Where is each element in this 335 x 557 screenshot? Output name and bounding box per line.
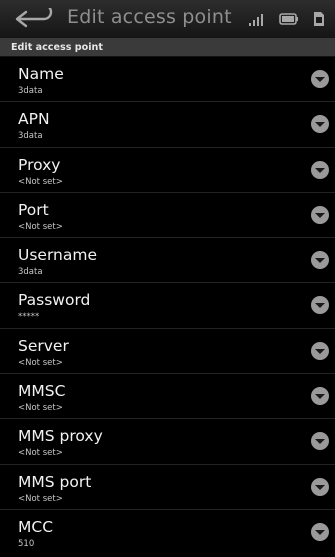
item-value: <Not set>: [18, 221, 63, 232]
item-label: APN: [18, 110, 50, 129]
settings-list: Name 3data APN 3data Proxy <Not set> Por…: [0, 57, 335, 555]
chevron-down-icon: [311, 296, 329, 315]
item-label: Port: [18, 200, 49, 219]
list-item-proxy[interactable]: Proxy <Not set>: [0, 148, 335, 193]
chevron-down-icon: [311, 341, 329, 360]
item-label: MMSC: [18, 382, 66, 401]
item-value: <Not set>: [18, 357, 63, 368]
list-item-name[interactable]: Name 3data: [0, 57, 335, 103]
item-value: 3data: [18, 131, 43, 142]
chevron-down-icon: [311, 522, 329, 541]
item-value: 3data: [18, 86, 43, 96]
item-label: MMS proxy: [18, 427, 103, 446]
list-item-mms-port[interactable]: MMS port <Not set>: [0, 465, 335, 510]
item-value: 3data: [18, 267, 43, 278]
chevron-down-icon: [311, 432, 329, 451]
list-item-apn[interactable]: APN 3data: [0, 102, 335, 148]
page-title: Edit access point: [67, 6, 232, 28]
list-item-mms-proxy[interactable]: MMS proxy <Not set>: [0, 419, 335, 465]
chevron-down-icon: [311, 70, 329, 88]
list-item-server[interactable]: Server <Not set>: [0, 329, 335, 375]
chevron-down-icon: [311, 251, 329, 270]
chevron-down-icon: [311, 205, 329, 224]
list-item-password[interactable]: Password *****: [0, 283, 335, 329]
item-label: Username: [18, 246, 98, 265]
sim-icon: [314, 12, 324, 26]
item-value: <Not set>: [18, 403, 63, 414]
title-bar: Edit access point: [0, 0, 335, 39]
item-value: 510: [18, 538, 35, 549]
list-item-port[interactable]: Port <Not set>: [0, 193, 335, 239]
chevron-down-icon: [311, 477, 329, 496]
battery-icon: [279, 13, 298, 25]
status-icons: [249, 9, 327, 29]
item-label: Proxy: [18, 155, 61, 174]
section-header: Edit access point: [0, 39, 335, 57]
chevron-down-icon: [311, 387, 329, 406]
item-value: <Not set>: [18, 448, 63, 459]
item-value: <Not set>: [18, 493, 63, 504]
item-value: <Not set>: [18, 176, 63, 187]
item-label: MCC: [18, 517, 54, 536]
item-label: Name: [18, 65, 64, 83]
item-value: *****: [18, 312, 40, 323]
signal-strength-icon: [249, 14, 263, 26]
chevron-down-icon: [311, 160, 329, 179]
chevron-down-icon: [311, 115, 329, 134]
list-item-mmsc[interactable]: MMSC <Not set>: [0, 374, 335, 420]
list-item-mcc[interactable]: MCC 510: [0, 510, 335, 555]
item-label: MMS port: [18, 472, 92, 491]
list-item-username[interactable]: Username 3data: [0, 238, 335, 284]
back-arrow-icon[interactable]: [14, 8, 58, 30]
item-label: Password: [18, 291, 91, 310]
item-label: Server: [18, 336, 69, 355]
